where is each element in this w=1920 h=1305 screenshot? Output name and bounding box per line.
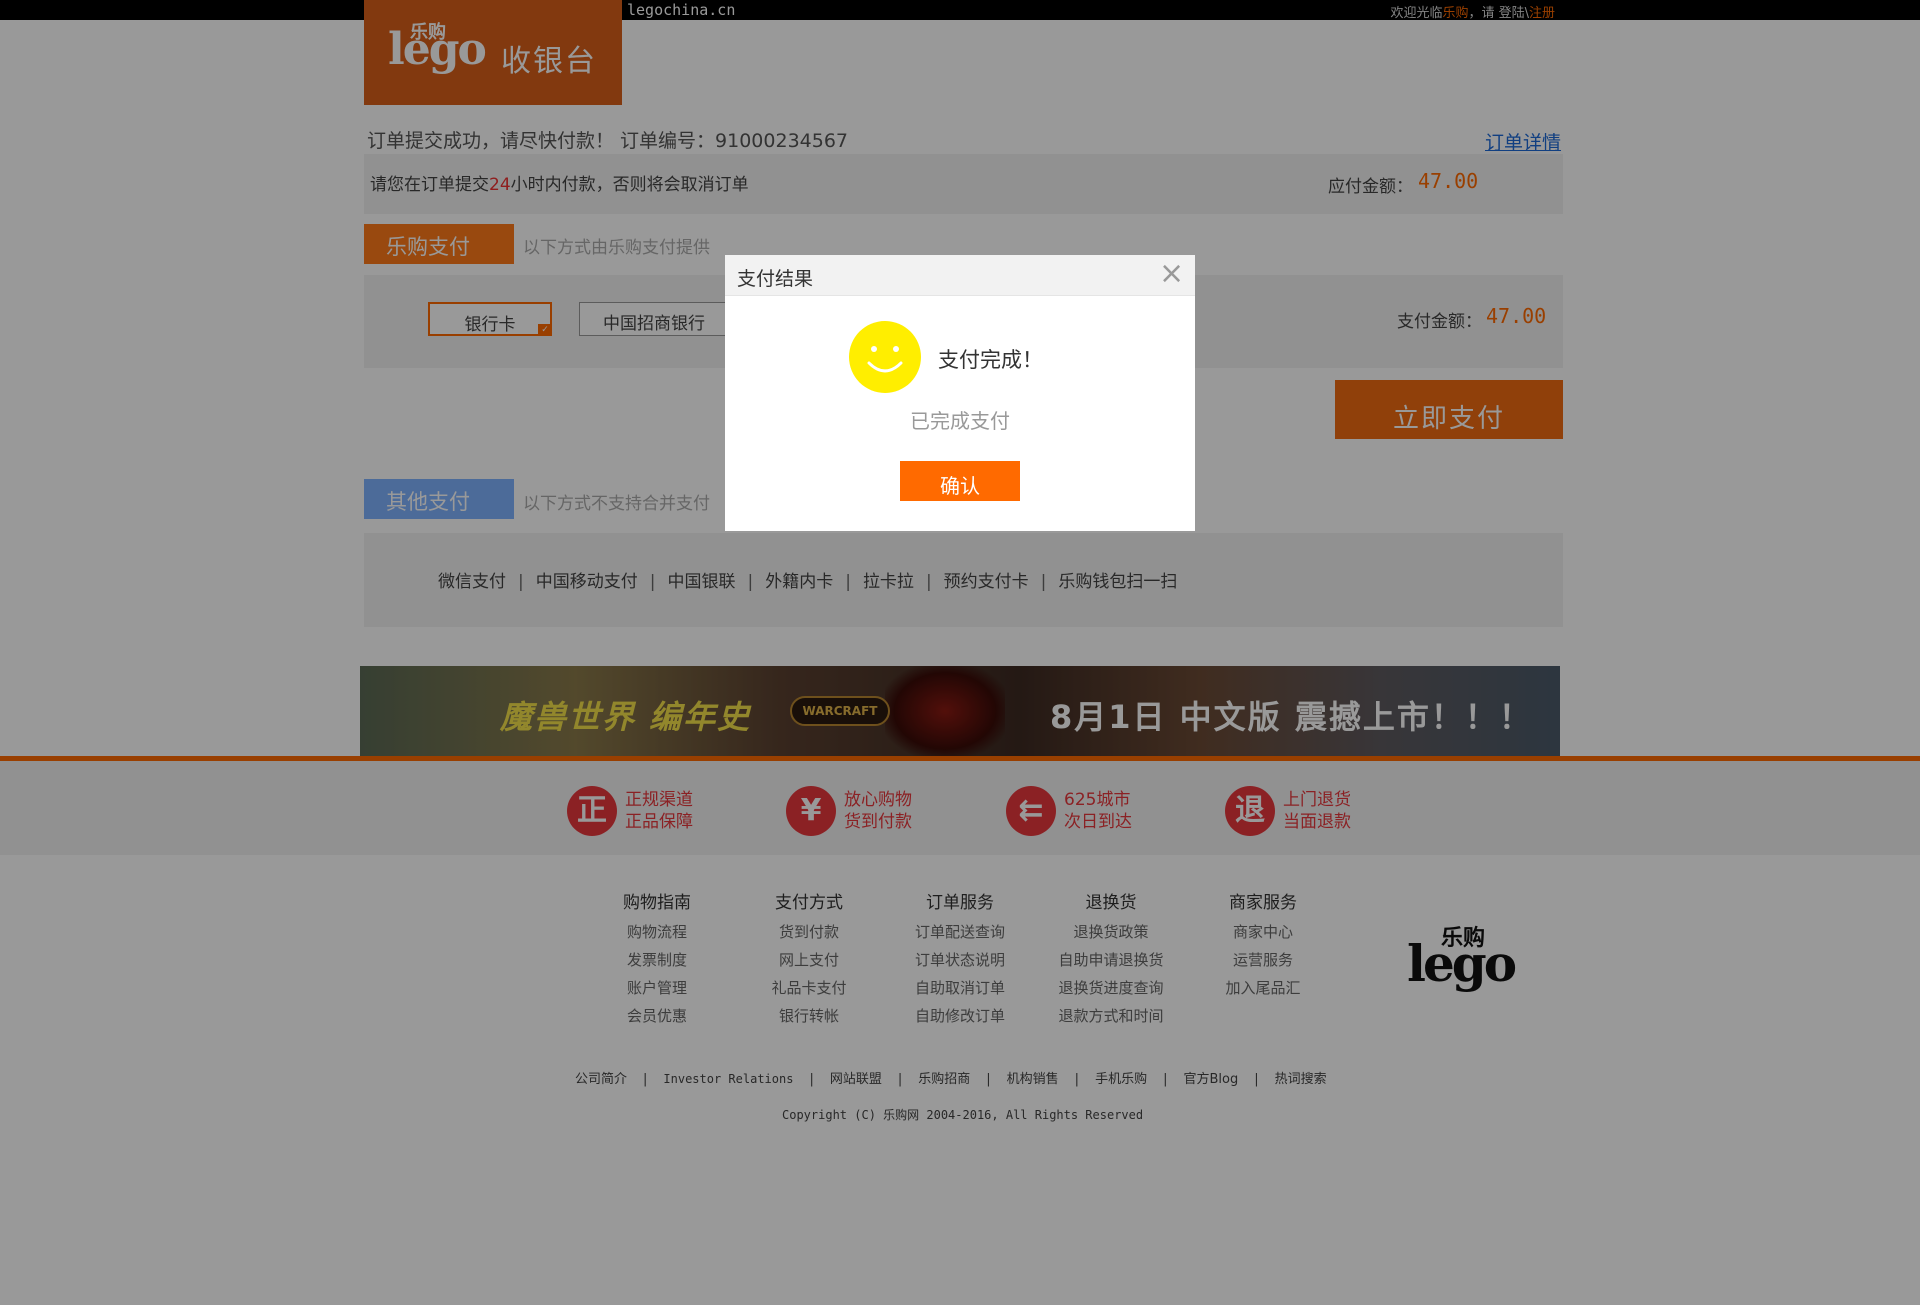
confirm-button[interactable]: 确认 — [900, 461, 1020, 501]
dialog-title-bar: 支付结果 × — [725, 255, 1195, 296]
payment-complete-sub: 已完成支付 — [910, 409, 1010, 433]
close-icon[interactable]: × — [1159, 259, 1184, 289]
modal-overlay[interactable] — [0, 0, 1920, 1305]
payment-complete-message: 支付完成！ — [938, 348, 1043, 372]
smiley-icon — [849, 321, 921, 393]
dialog-title: 支付结果 — [737, 268, 814, 290]
payment-result-dialog: 支付结果 × 支付完成！ 已完成支付 确认 — [725, 255, 1195, 531]
